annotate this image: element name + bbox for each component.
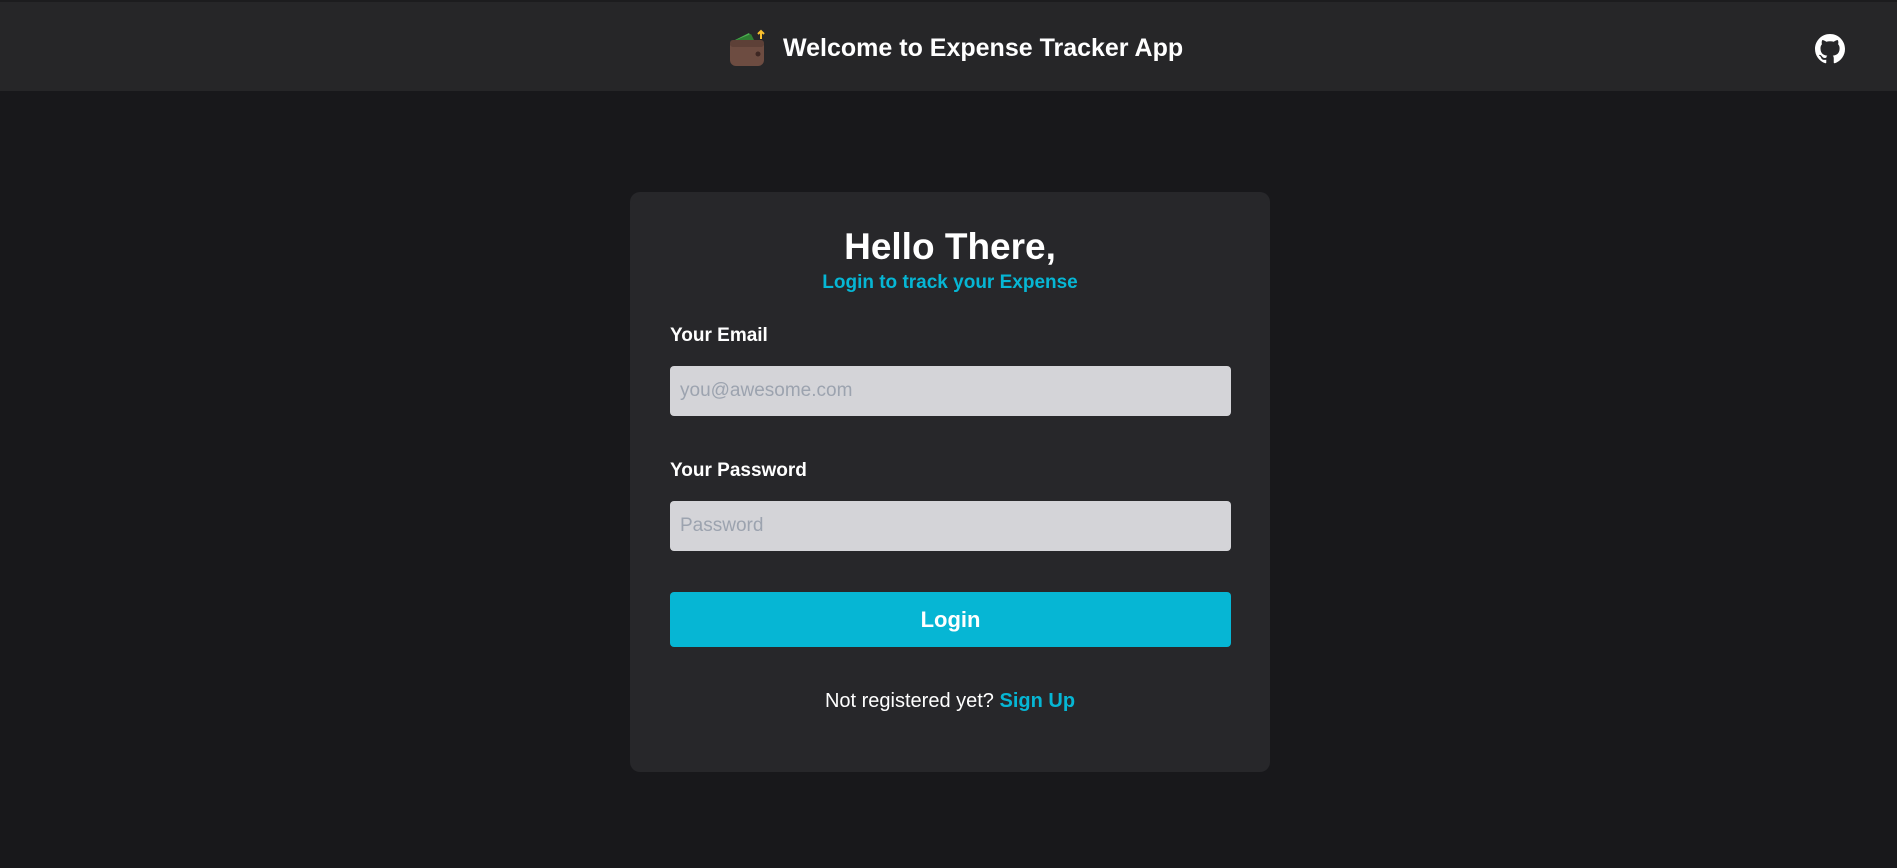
github-icon (1815, 34, 1845, 64)
wallet-icon (730, 29, 765, 66)
github-link[interactable] (1815, 34, 1845, 64)
signup-prompt: Not registered yet? (824, 690, 1000, 712)
app-header: Welcome to Expense Tracker App (0, 0, 1897, 91)
password-field[interactable] (670, 501, 1231, 551)
signup-row: Not registered yet? Sign Up (630, 690, 1270, 713)
app-title: Welcome to Expense Tracker App (783, 33, 1184, 62)
brand: Welcome to Expense Tracker App (727, 28, 1183, 68)
password-label: Your Password (670, 460, 807, 481)
email-label: Your Email (670, 325, 768, 346)
signup-link[interactable]: Sign Up (999, 690, 1075, 712)
email-field[interactable] (670, 366, 1231, 416)
login-subheading: Login to track your Expense (822, 272, 1078, 293)
login-button[interactable]: Login (670, 592, 1231, 647)
login-heading: Hello There, (844, 226, 1056, 267)
login-card: Hello There, Login to track your Expense… (630, 192, 1270, 772)
